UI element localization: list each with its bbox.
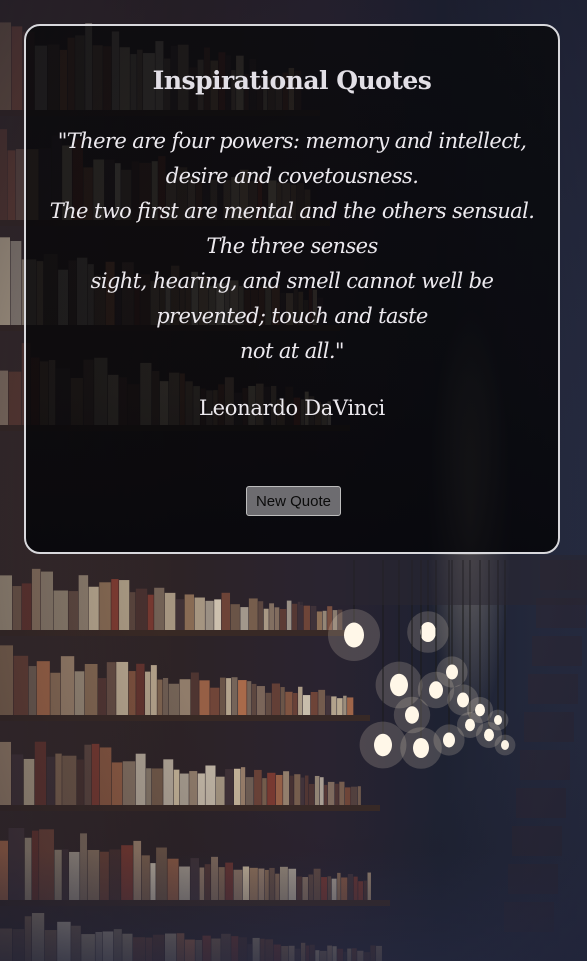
quote-author: Leonardo DaVinci	[199, 396, 385, 420]
quote-text: "There are four powers: memory and intel…	[49, 129, 535, 363]
page-title: Inspirational Quotes	[152, 66, 432, 95]
quote-card: Inspirational Quotes "There are four pow…	[24, 24, 560, 554]
new-quote-button[interactable]: New Quote	[246, 486, 341, 516]
